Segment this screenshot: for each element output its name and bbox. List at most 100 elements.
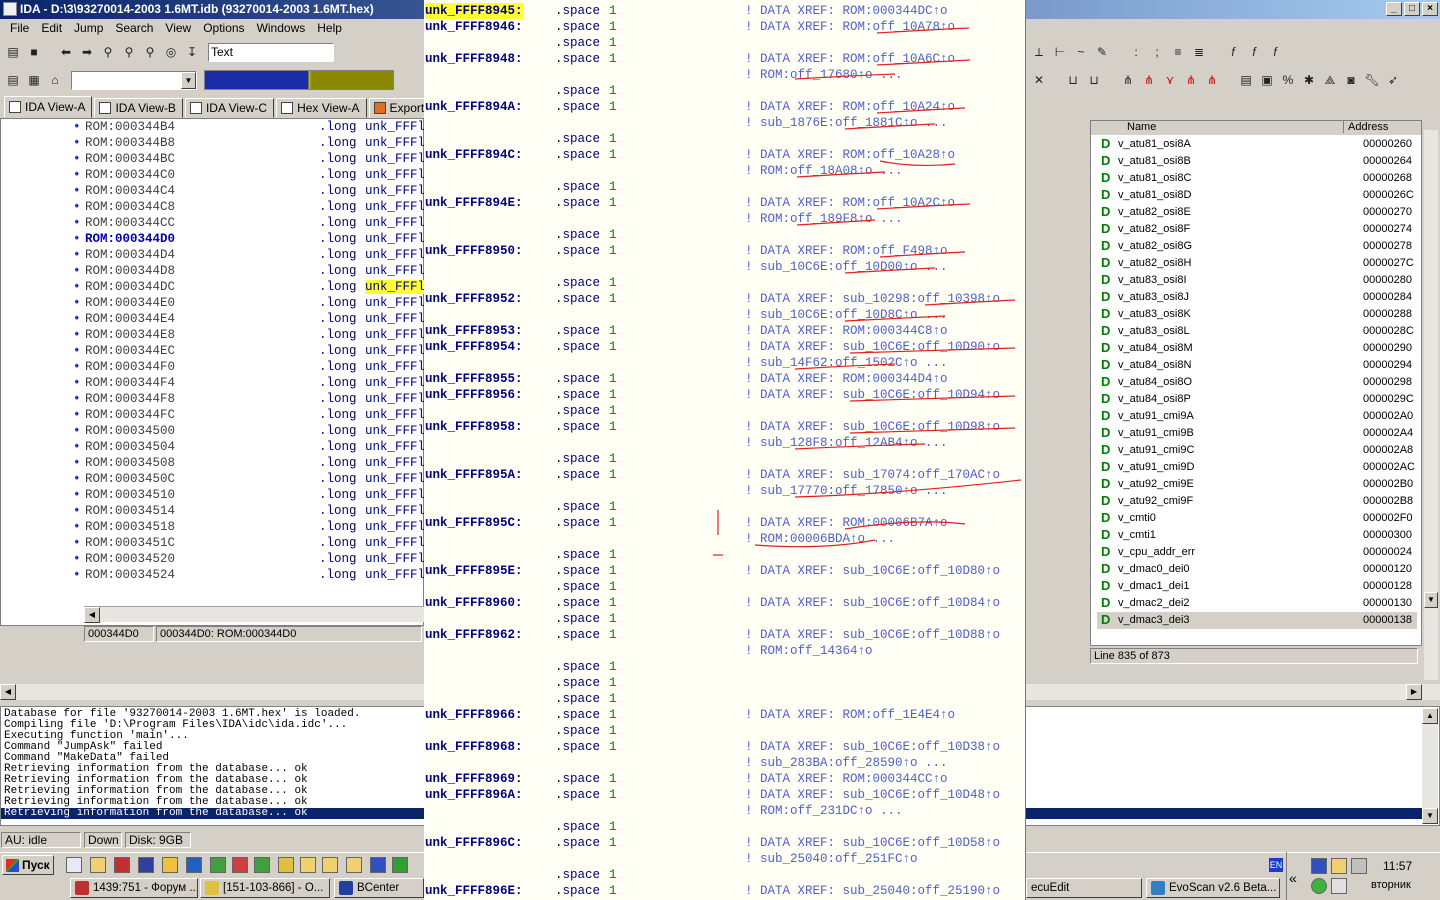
disasm-row[interactable]: • ROM:000344C8 .long unk_FFFl — [1, 200, 425, 216]
disasm-row[interactable]: • ROM:00034504 .long unk_FFFl — [1, 440, 425, 456]
graph-view-icon[interactable]: ▦ — [25, 71, 43, 89]
xref-row[interactable]: ! ROM:00006BDA↑o ... — [425, 531, 1025, 547]
disasm-row[interactable]: • ROM:000344F8 .long unk_FFFl — [1, 392, 425, 408]
xref-row[interactable]: ! sub_25040:off_251FC↑o — [425, 851, 1025, 867]
xref-row[interactable]: .space 1 — [425, 179, 1025, 195]
disasm-operand[interactable]: unk_FFFl — [365, 536, 425, 550]
task-forum[interactable]: 1439:751 - Форум ... — [70, 878, 198, 898]
disasm-row[interactable]: • ROM:000344CC .long unk_FFFl — [1, 216, 425, 232]
name-row[interactable]: Dv_atu91_cmi9B 000002A4 — [1097, 425, 1417, 442]
quicklaunch-app-icon[interactable] — [138, 857, 154, 873]
disasm-row[interactable]: • ROM:00034500 .long unk_FFFl — [1, 424, 425, 440]
disasm-row[interactable]: • ROM:000344C0 .long unk_FFFl — [1, 168, 425, 184]
xref-row[interactable]: unk_FFFF8952: .space 1 ! DATA XREF: sub_102… — [425, 291, 1025, 307]
address-combo[interactable]: ▼ — [71, 70, 197, 90]
tray-expand-icon[interactable]: « — [1289, 870, 1297, 886]
xref-row[interactable]: ! sub_10C6E:off_10D00↑o ... — [425, 259, 1025, 275]
disasm-operand[interactable]: unk_FFFl — [365, 440, 425, 454]
xref-row[interactable]: ! ROM:off_14364↑o — [425, 643, 1025, 659]
name-row[interactable]: Dv_atu82_osi8E 00000270 — [1097, 204, 1417, 221]
name-row[interactable]: Dv_atu92_cmi9F 000002B8 — [1097, 493, 1417, 510]
search-next-icon[interactable]: ⚲ — [120, 43, 138, 61]
flag-icon[interactable] — [1331, 878, 1347, 894]
disasm-operand[interactable]: unk_FFFl — [365, 168, 425, 182]
xref-row[interactable]: .space 1 — [425, 451, 1025, 467]
xref-graph-icon[interactable]: ⋔ — [1182, 71, 1200, 89]
home-icon[interactable]: ⌂ — [46, 71, 64, 89]
scroll-right-icon[interactable]: ▶ — [1406, 684, 1422, 700]
disasm-operand[interactable]: unk_FFFl — [365, 376, 425, 390]
menu-options[interactable]: Options — [197, 21, 250, 35]
word-icon[interactable] — [370, 857, 386, 873]
wrench-icon[interactable]: 🔧︎ — [1363, 71, 1381, 89]
xref-row[interactable]: unk_FFFF8946: .space 1 ! DATA XREF: ROM:off… — [425, 19, 1025, 35]
excel-icon[interactable] — [392, 857, 408, 873]
disasm-operand[interactable]: unk_FFFl — [365, 424, 425, 438]
search-all-icon[interactable]: ⚲ — [141, 43, 159, 61]
menu-edit[interactable]: Edit — [35, 21, 68, 35]
disasm-row[interactable]: • ROM:000344E4 .long unk_FFFl — [1, 312, 425, 328]
xref-row[interactable]: unk_FFFF8968: .space 1 ! DATA XREF: sub_10C… — [425, 739, 1025, 755]
scroll-up-icon[interactable]: ▲ — [1422, 708, 1438, 724]
xref-row[interactable]: .space 1 — [425, 659, 1025, 675]
task-mail[interactable]: [151-103-866] - O... — [200, 878, 330, 898]
disasm-operand[interactable]: unk_FFFl — [365, 504, 425, 518]
scroll-down-icon[interactable]: ▼ — [1422, 808, 1438, 824]
disasm-operand[interactable]: unk_FFFl — [365, 568, 425, 582]
xref-row[interactable]: unk_FFFF8966: .space 1 ! DATA XREF: ROM:off… — [425, 707, 1025, 723]
name-row[interactable]: Dv_atu82_osi8G 00000278 — [1097, 238, 1417, 255]
xref-row[interactable]: ! sub_17770:off_17850↑o ... — [425, 483, 1025, 499]
bracket-icon[interactable]: ⟂ — [1030, 43, 1048, 61]
xref-row[interactable]: unk_FFFF8953: .space 1 ! DATA XREF: ROM:000… — [425, 323, 1025, 339]
xref-row[interactable]: ! sub_128F8:off_12AB4↑o ... — [425, 435, 1025, 451]
disasm-operand[interactable]: unk_FFFl — [365, 152, 425, 166]
name-row[interactable]: Dv_cpu_addr_err 00000024 — [1097, 544, 1417, 561]
name-row[interactable]: Dv_atu83_osi8L 0000028C — [1097, 323, 1417, 340]
quicklaunch-ie-icon[interactable] — [66, 857, 82, 873]
disasm-row[interactable]: • ROM:00034524 .long unk_FFFl — [1, 568, 425, 584]
disasm-row[interactable]: • ROM:000344E8 .long unk_FFFl — [1, 328, 425, 344]
xref-row[interactable]: ! sub_283BA:off_28590↑o ... — [425, 755, 1025, 771]
disasm-row[interactable]: • ROM:000344EC .long unk_FFFl — [1, 344, 425, 360]
xref-row[interactable]: .space 1 — [425, 403, 1025, 419]
xref-row[interactable]: unk_FFFF894E: .space 1 ! DATA XREF: ROM:off… — [425, 195, 1025, 211]
xref-row[interactable]: .space 1 — [425, 275, 1025, 291]
xref-row[interactable]: ! ROM:off_17680↑o ... — [425, 67, 1025, 83]
disassembly-view[interactable]: • ROM:000344B4 .long unk_FFFl • ROM:000344B8.… — [0, 118, 426, 626]
name-row[interactable]: Dv_atu84_osi8M 00000290 — [1097, 340, 1417, 357]
xref-row[interactable]: ! sub_14F62:off_1502C↑o ... — [425, 355, 1025, 371]
hex-icon[interactable]: % — [1279, 71, 1297, 89]
quicklaunch-app-icon[interactable] — [232, 857, 248, 873]
quicklaunch-app-icon[interactable] — [210, 857, 226, 873]
navigation-band[interactable] — [204, 70, 394, 90]
xref-row[interactable]: .space 1 — [425, 227, 1025, 243]
disasm-operand[interactable]: unk_FFFl — [365, 328, 425, 342]
folder-icon[interactable] — [346, 857, 362, 873]
offset2-icon[interactable]: ⊔ — [1085, 71, 1103, 89]
disasm-operand[interactable]: unk_FFFl — [365, 136, 425, 150]
disasm-row[interactable]: • ROM:00034520 .long unk_FFFl — [1, 552, 425, 568]
quicklaunch-app-icon[interactable] — [254, 857, 270, 873]
output-scrollbar[interactable]: ▲ ▼ — [1422, 708, 1438, 824]
name-row[interactable]: Dv_cmti1 00000300 — [1097, 527, 1417, 544]
disasm-operand[interactable]: unk_FFFl — [365, 360, 425, 374]
xref-row[interactable]: unk_FFFF8969: .space 1 ! DATA XREF: ROM:000… — [425, 771, 1025, 787]
disasm-operand[interactable]: unk_FFFl — [365, 216, 425, 230]
name-row[interactable]: Dv_atu92_cmi9E 000002B0 — [1097, 476, 1417, 493]
maximize-button[interactable]: □ — [1404, 2, 1420, 16]
menu-search[interactable]: Search — [109, 21, 159, 35]
xref-row[interactable]: .space 1 — [425, 675, 1025, 691]
minimize-button[interactable]: _ — [1386, 2, 1402, 16]
name-row[interactable]: Dv_atu83_osi8J 00000284 — [1097, 289, 1417, 306]
disasm-row[interactable]: • ROM:000344D0 .long unk_FFFl — [1, 232, 425, 248]
column-address[interactable]: Address — [1343, 121, 1388, 133]
disasm-operand[interactable]: unk_FFFl — [365, 488, 425, 502]
column-name[interactable]: Name — [1127, 121, 1156, 133]
xref-text-window[interactable]: unk_FFFF8945: .space 1 ! DATA XREF: ROM:000… — [424, 0, 1026, 900]
xref-row[interactable]: ! ROM:off_18A08↑o ... — [425, 163, 1025, 179]
semicolon-icon[interactable]: ; — [1148, 43, 1166, 61]
name-row[interactable]: Dv_atu91_cmi9A 000002A0 — [1097, 408, 1417, 425]
name-row[interactable]: Dv_atu83_osi8I 00000280 — [1097, 272, 1417, 289]
xref-row[interactable]: unk_FFFF8954: .space 1 ! DATA XREF: sub_10C… — [425, 339, 1025, 355]
text-view-icon[interactable]: ▤ — [4, 71, 22, 89]
